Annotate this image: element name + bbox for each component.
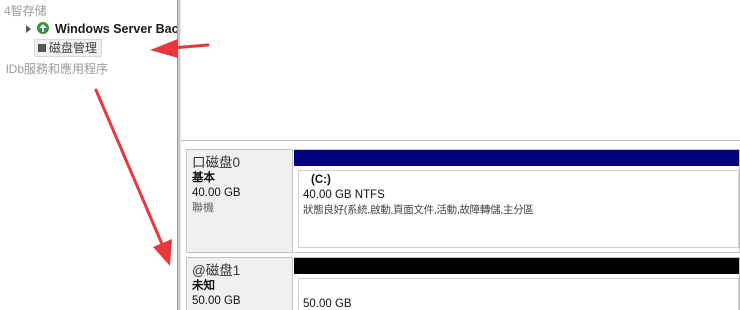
tree-item-label: 磁盘管理 — [49, 41, 98, 55]
partition-body[interactable]: 50.00 GB — [298, 278, 739, 310]
disk-row-0[interactable]: 口磁盘0 基本 40.00 GB 聯機 (C:) 40.00 GB NTFS 狀… — [186, 149, 740, 253]
disk-management-window: 4智存储 Windows Server Back 磁盘管理 lDb服務和應用程序… — [0, 0, 740, 310]
expand-chevron-icon[interactable] — [26, 25, 31, 33]
partition-body[interactable]: (C:) 40.00 GB NTFS 狀態良好(系統,啟動,頁面文件,活動,故障… — [298, 170, 739, 248]
disk-status: 聯機 — [192, 202, 214, 214]
partition-header-bar — [294, 150, 739, 166]
tree-item-windows-server-backup[interactable]: Windows Server Back — [26, 21, 177, 37]
tree-item-services-applications[interactable]: lDb服務和應用程序 — [6, 61, 108, 77]
partition-c[interactable]: (C:) 40.00 GB NTFS 狀態良好(系統,啟動,頁面文件,活動,故障… — [294, 149, 740, 253]
tree-item-disk-management[interactable]: 磁盘管理 — [34, 39, 103, 57]
disk-name: @磁盘1 — [192, 263, 241, 278]
disk-size: 40.00 GB — [192, 187, 241, 199]
disk-info-panel[interactable]: @磁盘1 未知 50.00 GB — [186, 257, 293, 310]
partition-size-fs: 50.00 GB — [303, 298, 352, 310]
disk-info-panel[interactable]: 口磁盘0 基本 40.00 GB 聯機 — [186, 149, 293, 253]
disk-graphical-view: 口磁盘0 基本 40.00 GB 聯機 (C:) 40.00 GB NTFS 狀… — [181, 140, 740, 310]
partition-header-bar — [294, 258, 739, 274]
partition-name: (C:) — [311, 174, 331, 186]
volume-list-pane — [181, 0, 740, 140]
disk-row-1[interactable]: @磁盘1 未知 50.00 GB 50.00 GB — [186, 257, 740, 310]
backup-icon — [36, 21, 50, 35]
console-tree: 4智存储 Windows Server Back 磁盘管理 lDb服務和應用程序 — [0, 0, 177, 310]
tree-item-storage[interactable]: 4智存储 — [4, 3, 47, 19]
disk-type: 基本 — [192, 172, 215, 184]
disk-type: 未知 — [192, 280, 215, 292]
partition-status: 狀態良好(系統,啟動,頁面文件,活動,故障轉儲,主分區 — [303, 204, 534, 216]
disk-management-icon — [38, 44, 46, 52]
disk-name: 口磁盘0 — [192, 155, 241, 170]
partition-unallocated[interactable]: 50.00 GB — [294, 257, 740, 310]
disk-size: 50.00 GB — [192, 295, 241, 307]
partition-size-fs: 40.00 GB NTFS — [303, 189, 385, 201]
tree-item-label: Windows Server Back — [55, 22, 177, 36]
